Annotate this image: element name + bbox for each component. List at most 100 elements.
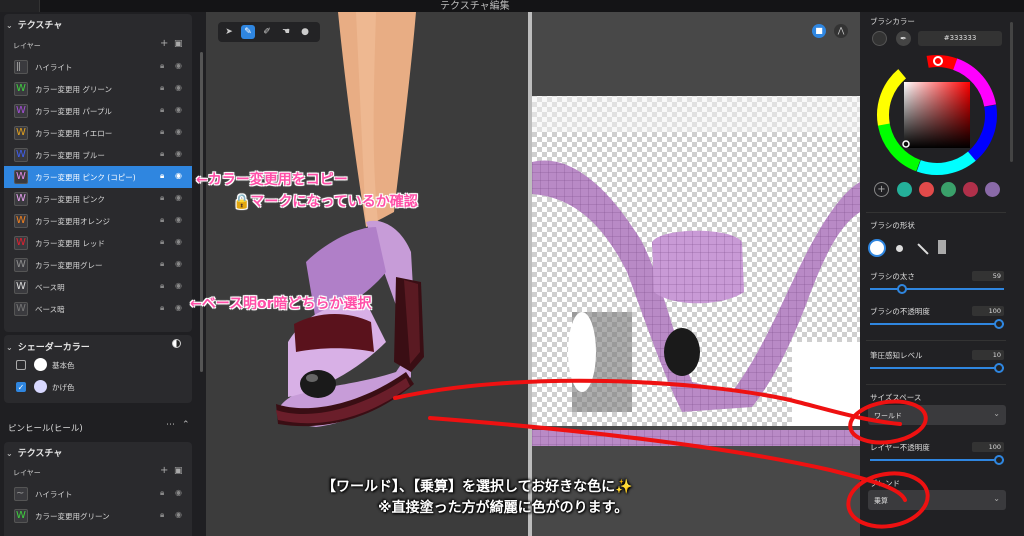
image-import-icon[interactable]: ▣ [174,39,183,49]
chevron-down-icon[interactable]: ⌄ [6,449,13,458]
checkbox[interactable]: ✓ [16,382,26,392]
visibility-icon[interactable]: ◉ [175,281,182,290]
palette-swatch[interactable] [963,182,978,197]
lock-icon[interactable]: 🔒︎ [160,215,164,225]
layer-row[interactable]: W カラー変更用 レッド 🔒︎ ◉ [4,232,192,254]
lock-icon[interactable]: 🔒︎ [160,303,164,313]
eyedropper-icon[interactable]: ✒ [896,31,911,46]
slider-knob[interactable] [994,455,1004,465]
lock-icon[interactable]: 🔒︎ [160,488,164,498]
visibility-icon[interactable]: ◉ [175,83,182,92]
visibility-icon[interactable]: ◉ [175,215,182,224]
size-space-select[interactable]: ワールド ⌄ [868,405,1006,425]
lock-icon[interactable]: 🔒︎ [160,83,164,93]
palette-swatch[interactable] [941,182,956,197]
current-color-swatch[interactable] [872,31,887,46]
layer-thumbnail: W [14,214,28,228]
palette-swatch[interactable] [985,182,1000,197]
color-dot[interactable] [34,358,47,371]
brush-opacity-value[interactable]: 100 [972,306,1004,316]
blend-select[interactable]: 乗算 ⌄ [868,490,1006,510]
layer-row[interactable]: W ベース暗 🔒︎ ◉ [4,298,192,320]
layer-label: カラー変更用グレー [35,261,103,270]
lock-icon[interactable]: 🔒︎ [160,193,164,203]
lock-icon[interactable]: 🔒︎ [160,149,164,159]
brush-opacity-slider[interactable] [870,319,1004,329]
layer-row[interactable]: ~ ハイライト 🔒︎ ◉ [4,483,192,505]
visibility-icon[interactable]: ◉ [175,193,182,202]
add-swatch-icon[interactable]: + [874,182,889,197]
color-wheel[interactable] [872,50,1002,180]
texture-brush-icon[interactable] [938,240,946,254]
lock-icon[interactable]: 🔒︎ [160,281,164,291]
visibility-icon[interactable]: ◉ [175,127,182,136]
lock-icon[interactable]: 🔒︎ [160,171,164,181]
color-dot[interactable] [34,380,47,393]
paint-annotation: ※直接塗った方が綺麗に色がのります。 [378,500,629,516]
slider-knob[interactable] [897,284,908,294]
copy-annotation: ←カラー変更用をコピー [196,172,348,188]
layer-glyph: W [16,83,26,94]
texture-section-title[interactable]: ⌄ テクスチャ [6,18,62,31]
left-panel: ⌄ テクスチャ レイヤー + ▣ ǁ ハイライト 🔒︎ ◉ W カラー変更用 グリーン 🔒︎ ◉… [0,12,206,536]
texture-viewport[interactable]: ■ ⋀ [532,12,860,536]
visibility-icon[interactable]: ◉ [175,61,182,70]
brush-size-value[interactable]: 59 [972,271,1004,281]
slider-knob[interactable] [994,363,1004,373]
visibility-icon[interactable]: ◉ [175,488,182,497]
visibility-icon[interactable]: ◉ [175,171,182,180]
layer-row[interactable]: W カラー変更用グリーン 🔒︎ ◉ [4,505,192,527]
soft-brush-icon[interactable] [896,245,903,252]
model-viewport[interactable]: ➤ ✎ ✐ ☚ ● [206,12,528,536]
palette-swatch[interactable] [897,182,912,197]
lock-icon[interactable]: 🔒︎ [160,259,164,269]
visibility-icon[interactable]: ◉ [175,259,182,268]
lock-icon[interactable]: 🔒︎ [160,237,164,247]
scrollbar[interactable] [200,52,203,372]
visibility-icon[interactable]: ◉ [175,149,182,158]
more-icon[interactable]: ⋯ [166,420,175,430]
contrast-icon[interactable] [172,339,181,348]
scrollbar[interactable] [1010,22,1013,162]
lock-icon[interactable]: 🔒︎ [160,105,164,115]
add-layer-icon[interactable]: + [160,465,168,476]
hex-input[interactable]: #333333 [918,31,1002,46]
lock-icon[interactable]: 🔒︎ [160,127,164,137]
collapse-icon[interactable]: ⌃ [182,420,190,430]
brush-size-slider[interactable] [870,284,1004,294]
layer-row[interactable]: W カラー変更用 パープル 🔒︎ ◉ [4,100,192,122]
visibility-icon[interactable]: ◉ [175,105,182,114]
layer-opacity-label: レイヤー不透明度 [870,443,930,452]
pressure-value[interactable]: 10 [972,350,1004,360]
layer-row[interactable]: ǁ ハイライト 🔒︎ ◉ [4,56,192,78]
lock-icon[interactable]: 🔒︎ [160,510,164,520]
visibility-icon[interactable]: ◉ [175,303,182,312]
layer-row[interactable]: W カラー変更用オレンジ 🔒︎ ◉ [4,210,192,232]
texture-section-title-2[interactable]: ⌄ テクスチャ [6,446,62,459]
lock-icon[interactable]: 🔒︎ [160,61,164,71]
layer-row[interactable]: W カラー変更用 ブルー 🔒︎ ◉ [4,144,192,166]
layer-row[interactable]: W カラー変更用 ピンク (コピー) 🔒︎ ◉ [4,166,192,188]
shader-section-title[interactable]: ⌄ シェーダーカラー [6,340,90,353]
pressure-slider[interactable] [870,363,1004,373]
chevron-down-icon[interactable]: ⌄ [6,343,13,352]
layer-row[interactable]: W ベース明 🔒︎ ◉ [4,276,192,298]
palette-swatch[interactable] [919,182,934,197]
add-layer-icon[interactable]: + [160,38,168,49]
home-tab-icon[interactable] [0,0,40,12]
line-brush-icon[interactable] [917,243,929,255]
layer-row[interactable]: W カラー変更用グレー 🔒︎ ◉ [4,254,192,276]
visibility-icon[interactable]: ◉ [175,510,182,519]
layer-row[interactable]: W カラー変更用 イエロー 🔒︎ ◉ [4,122,192,144]
checkbox[interactable] [16,360,26,370]
layer-opacity-slider[interactable] [870,455,1004,465]
chevron-down-icon[interactable]: ⌄ [6,21,13,30]
layer-row[interactable]: W カラー変更用 ピンク 🔒︎ ◉ [4,188,192,210]
layer-opacity-value[interactable]: 100 [972,442,1004,452]
image-import-icon[interactable]: ▣ [174,466,183,476]
layer-thumbnail: W [14,170,28,184]
slider-knob[interactable] [994,319,1004,329]
visibility-icon[interactable]: ◉ [175,237,182,246]
layer-row[interactable]: W カラー変更用 グリーン 🔒︎ ◉ [4,78,192,100]
round-brush-icon[interactable] [868,239,886,257]
